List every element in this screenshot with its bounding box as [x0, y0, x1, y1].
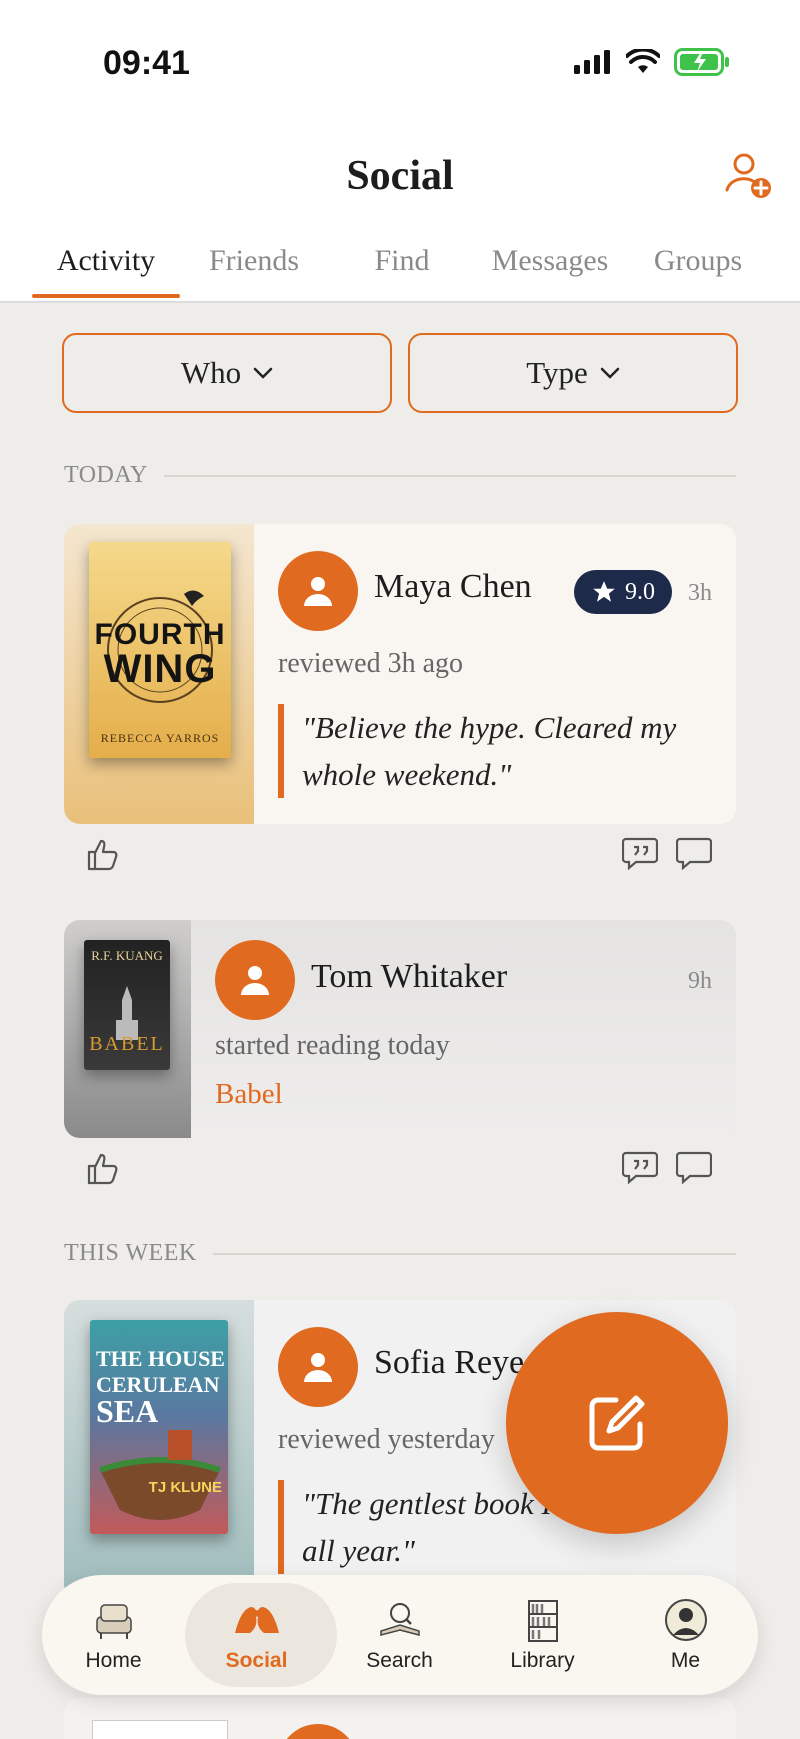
add-friend-button[interactable] [724, 150, 774, 200]
tab-friends[interactable]: Friends [180, 240, 328, 303]
avatar[interactable] [278, 1327, 358, 1407]
nav-search[interactable]: Search [328, 1575, 471, 1695]
nav-library[interactable]: Library [471, 1575, 614, 1695]
divider [212, 1252, 736, 1255]
nav-label: Search [366, 1649, 433, 1672]
status-time: 09:41 [103, 44, 190, 82]
book-cover-title: BABEL [89, 1033, 165, 1055]
cover-backdrop: FOURTH WING REBECCA YARROS [64, 524, 254, 824]
wifi-icon [626, 49, 660, 73]
chevron-down-icon [253, 367, 273, 379]
user-name[interactable]: Tom Whitaker [311, 958, 507, 996]
person-icon [241, 966, 269, 995]
person-icon [304, 577, 332, 606]
section-label: TODAY [64, 462, 148, 488]
signal-icon [574, 50, 610, 74]
like-icon[interactable] [86, 836, 120, 872]
book-cover-author: REBECCA YARROS [100, 731, 220, 745]
bookshelf-icon [527, 1600, 558, 1642]
nav-label: Home [85, 1649, 142, 1672]
activity-action: started reading today [215, 1030, 450, 1061]
cover-backdrop: THE HOUSE CERULEAN SEA TJ KLUNE [64, 1300, 254, 1600]
type-filter-button[interactable]: Type [408, 333, 738, 413]
filter-bar: Who Type [62, 333, 738, 413]
type-filter-label: Type [526, 355, 588, 390]
nav-me[interactable]: Me [614, 1575, 757, 1695]
card-actions [64, 826, 736, 886]
avatar [278, 1724, 358, 1739]
user-name[interactable]: Maya Chen [374, 568, 532, 606]
nav-label: Library [510, 1649, 575, 1672]
status-icons [574, 48, 730, 76]
rating-value: 9.0 [625, 578, 655, 605]
quote-comment-icon[interactable] [622, 1150, 658, 1184]
person-icon [304, 1353, 332, 1382]
book-cover-author: TJ KLUNE [148, 1479, 222, 1496]
nav-home[interactable]: Home [42, 1575, 185, 1695]
activity-action: reviewed 3h ago [278, 648, 464, 679]
card-body: Tom Whitaker 9h started reading today Ba… [191, 920, 736, 1138]
book-cover-title: FOURTH WING [94, 618, 226, 691]
section-header-this-week: THIS WEEK [64, 1240, 736, 1267]
book-cover [92, 1720, 228, 1739]
compose-icon [589, 1395, 645, 1451]
social-tabs: Activity Friends Find Messages Groups [32, 240, 772, 303]
post-time: 3h [688, 580, 712, 606]
tab-groups[interactable]: Groups [624, 240, 772, 303]
tab-find[interactable]: Find [328, 240, 476, 303]
post-time: 9h [688, 968, 712, 994]
activity-action: reviewed yesterday [278, 1424, 495, 1455]
activity-card[interactable]: FOURTH WING REBECCA YARROS Maya Chen 9.0… [64, 524, 736, 824]
avatar[interactable] [278, 551, 358, 631]
section-label: THIS WEEK [64, 1240, 197, 1266]
page-title: Social [346, 153, 454, 199]
book-cover[interactable]: FOURTH WING REBECCA YARROS [89, 542, 231, 758]
book-link[interactable]: Babel [215, 1078, 283, 1111]
bottom-tab-bar: Home Social Search Library Me [42, 1575, 758, 1695]
rating-badge: 9.0 [574, 570, 672, 614]
chevron-down-icon [600, 367, 620, 379]
page-header: Social Activity Friends Find Messages Gr… [0, 120, 800, 303]
compose-button[interactable] [506, 1312, 728, 1534]
tab-messages[interactable]: Messages [476, 240, 624, 303]
tab-activity[interactable]: Activity [32, 240, 180, 303]
nav-social[interactable]: Social [185, 1575, 337, 1695]
comment-icon[interactable] [676, 1150, 712, 1184]
divider [163, 474, 736, 477]
card-actions [64, 1140, 736, 1200]
birds-icon [234, 1607, 279, 1633]
book-cover-title: THE HOUSE CERULEAN SEA [96, 1346, 225, 1429]
add-person-icon [725, 153, 771, 198]
card-body: Maya Chen 9.0 3h reviewed 3h ago "Believ… [254, 524, 736, 824]
nav-label: Social [225, 1649, 288, 1672]
battery-icon [674, 48, 729, 76]
avatar[interactable] [215, 940, 295, 1020]
who-filter-button[interactable]: Who [62, 333, 392, 413]
review-quote: "Believe the hype. Cleared my whole week… [278, 704, 718, 798]
like-icon[interactable] [86, 1150, 120, 1186]
book-cover[interactable]: THE HOUSE CERULEAN SEA TJ KLUNE [90, 1320, 228, 1534]
activity-card-partial [64, 1698, 736, 1739]
who-filter-label: Who [180, 355, 242, 390]
cover-backdrop: R.F. KUANG BABEL [64, 920, 191, 1138]
star-icon [593, 581, 615, 602]
book-cover[interactable]: R.F. KUANG BABEL [84, 940, 170, 1070]
comment-icon[interactable] [676, 836, 712, 870]
quote-comment-icon[interactable] [622, 836, 658, 870]
armchair-reading-icon [95, 1604, 132, 1639]
activity-card[interactable]: R.F. KUANG BABEL Tom Whitaker 9h started… [64, 920, 736, 1138]
status-bar: 09:41 [0, 0, 800, 120]
user-name[interactable]: Sofia Reye [374, 1344, 524, 1382]
nav-label: Me [670, 1649, 701, 1672]
portrait-icon [664, 1599, 707, 1641]
section-header-today: TODAY [64, 462, 736, 489]
book-magnifier-icon [379, 1603, 420, 1636]
